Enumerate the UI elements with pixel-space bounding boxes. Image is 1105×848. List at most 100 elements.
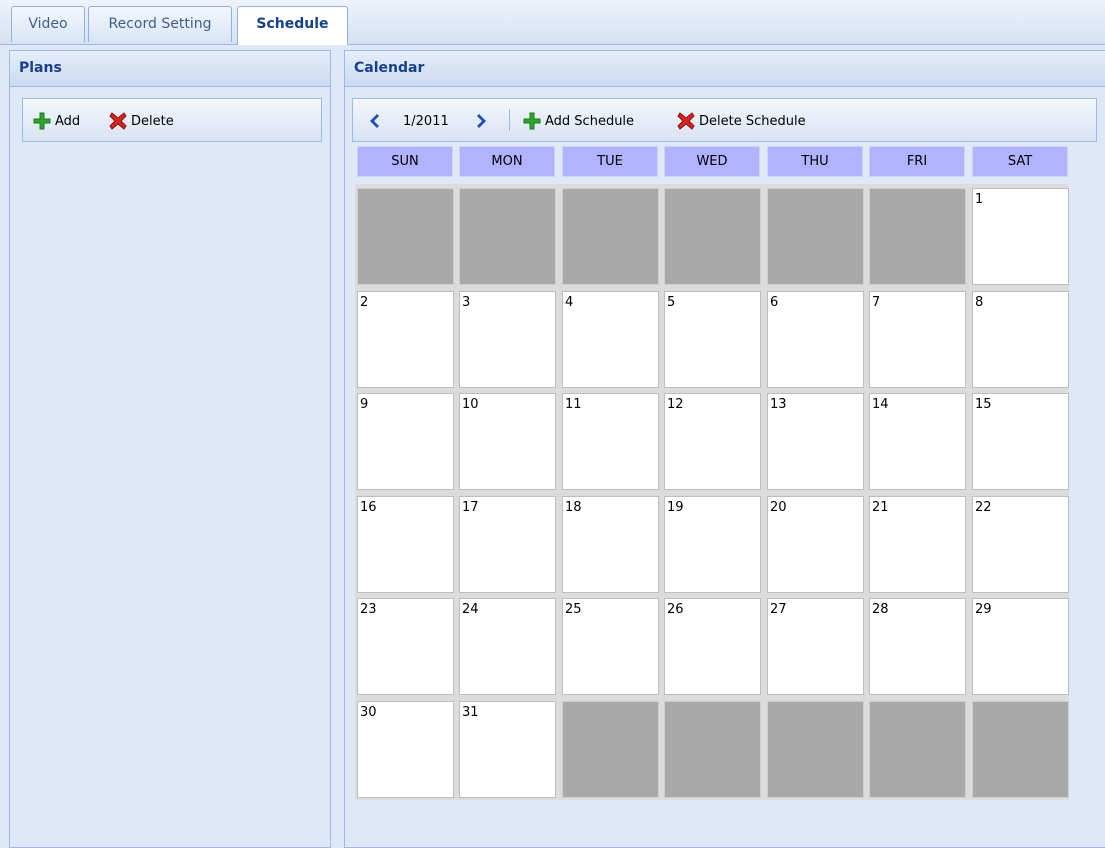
calendar-day-cell[interactable]: 20 [767,496,864,593]
calendar-day-cell[interactable]: 28 [869,598,966,695]
weekday-wed: WED [664,146,760,177]
calendar-empty-cell [972,701,1069,798]
day-number: 13 [770,397,787,412]
add-plan-label: Add [55,113,81,129]
day-number: 27 [770,602,787,617]
delete-plan-button[interactable]: Delete [109,109,174,133]
day-number: 3 [462,295,471,310]
day-number: 1 [975,192,984,207]
calendar-toolbar: 1/2011 Add Schedule Delete Schedule [352,98,1097,142]
day-number: 6 [770,295,779,310]
calendar-day-cell[interactable]: 25 [562,598,659,695]
calendar-day-cell[interactable]: 19 [664,496,761,593]
calendar-day-cell[interactable]: 1 [972,188,1069,285]
delete-schedule-button[interactable]: Delete Schedule [677,109,806,133]
calendar-day-cell[interactable]: 11 [562,393,659,490]
month-label: 1/2011 [403,109,449,133]
calendar-day-cell[interactable]: 22 [972,496,1069,593]
calendar-day-cell[interactable]: 3 [459,291,556,388]
calendar-day-cell[interactable]: 24 [459,598,556,695]
calendar-empty-cell [767,188,864,285]
x-icon [109,112,127,130]
calendar-day-cell[interactable]: 30 [357,701,454,798]
calendar-empty-cell [767,701,864,798]
calendar-empty-cell [562,188,659,285]
tab-video[interactable]: Video [11,6,85,42]
day-number: 8 [975,295,984,310]
calendar-day-cell[interactable]: 23 [357,598,454,695]
plans-panel: Plans Add Delete [9,50,331,848]
day-number: 20 [770,500,787,515]
weekday-thu: THU [767,146,863,177]
previous-month-button[interactable] [367,109,381,133]
day-number: 26 [667,602,684,617]
current-month: 1/2011 [403,113,449,129]
plans-panel-title: Plans [10,51,330,87]
calendar-day-cell[interactable]: 16 [357,496,454,593]
add-schedule-button[interactable]: Add Schedule [523,109,634,133]
add-plan-button[interactable]: Add [33,109,80,133]
calendar-empty-cell [869,188,966,285]
plans-toolbar: Add Delete [22,98,322,142]
weekday-sat: SAT [972,146,1068,177]
calendar-day-cell[interactable]: 21 [869,496,966,593]
calendar-empty-cell [459,188,556,285]
calendar-day-cell[interactable]: 31 [459,701,556,798]
calendar-empty-cell [664,188,761,285]
weekday-sun: SUN [357,146,453,177]
calendar-day-cell[interactable]: 18 [562,496,659,593]
day-number: 31 [462,705,479,720]
day-number: 15 [975,397,992,412]
calendar-empty-cell [869,701,966,798]
day-number: 12 [667,397,684,412]
calendar-day-cell[interactable]: 13 [767,393,864,490]
day-number: 5 [667,295,676,310]
calendar-day-cell[interactable]: 2 [357,291,454,388]
tab-strip: Video Record Setting Schedule [0,0,1105,45]
calendar-empty-cell [562,701,659,798]
calendar-panel-title: Calendar [345,51,1105,87]
day-number: 16 [360,500,377,515]
calendar-day-cell[interactable]: 27 [767,598,864,695]
day-number: 10 [462,397,479,412]
weekday-tue: TUE [562,146,658,177]
calendar-day-cell[interactable]: 6 [767,291,864,388]
day-number: 19 [667,500,684,515]
day-number: 30 [360,705,377,720]
calendar-day-cell[interactable]: 10 [459,393,556,490]
day-number: 21 [872,500,889,515]
calendar-day-cell[interactable]: 17 [459,496,556,593]
next-month-button[interactable] [475,109,489,133]
tab-schedule[interactable]: Schedule [237,6,348,45]
calendar-day-cell[interactable]: 9 [357,393,454,490]
day-number: 23 [360,602,377,617]
day-number: 14 [872,397,889,412]
day-number: 17 [462,500,479,515]
delete-schedule-label: Delete Schedule [699,113,806,129]
day-number: 11 [565,397,582,412]
add-schedule-label: Add Schedule [545,113,635,129]
day-number: 4 [565,295,574,310]
calendar-day-cell[interactable]: 26 [664,598,761,695]
plus-icon [523,112,541,130]
day-number: 18 [565,500,582,515]
calendar-day-cell[interactable]: 4 [562,291,659,388]
calendar-empty-cell [357,188,454,285]
calendar-day-cell[interactable]: 8 [972,291,1069,388]
calendar-day-cell[interactable]: 5 [664,291,761,388]
calendar-day-cell[interactable]: 12 [664,393,761,490]
day-number: 29 [975,602,992,617]
day-number: 7 [872,295,881,310]
tab-record-setting[interactable]: Record Setting [88,6,232,42]
calendar-day-cell[interactable]: 15 [972,393,1069,490]
plus-icon [33,112,51,130]
weekday-mon: MON [459,146,555,177]
calendar-day-cell[interactable]: 29 [972,598,1069,695]
delete-plan-label: Delete [131,113,174,129]
chevron-left-icon [370,114,379,128]
calendar-empty-cell [664,701,761,798]
day-number: 25 [565,602,582,617]
calendar-day-cell[interactable]: 14 [869,393,966,490]
calendar-day-cell[interactable]: 7 [869,291,966,388]
x-icon [677,112,695,130]
